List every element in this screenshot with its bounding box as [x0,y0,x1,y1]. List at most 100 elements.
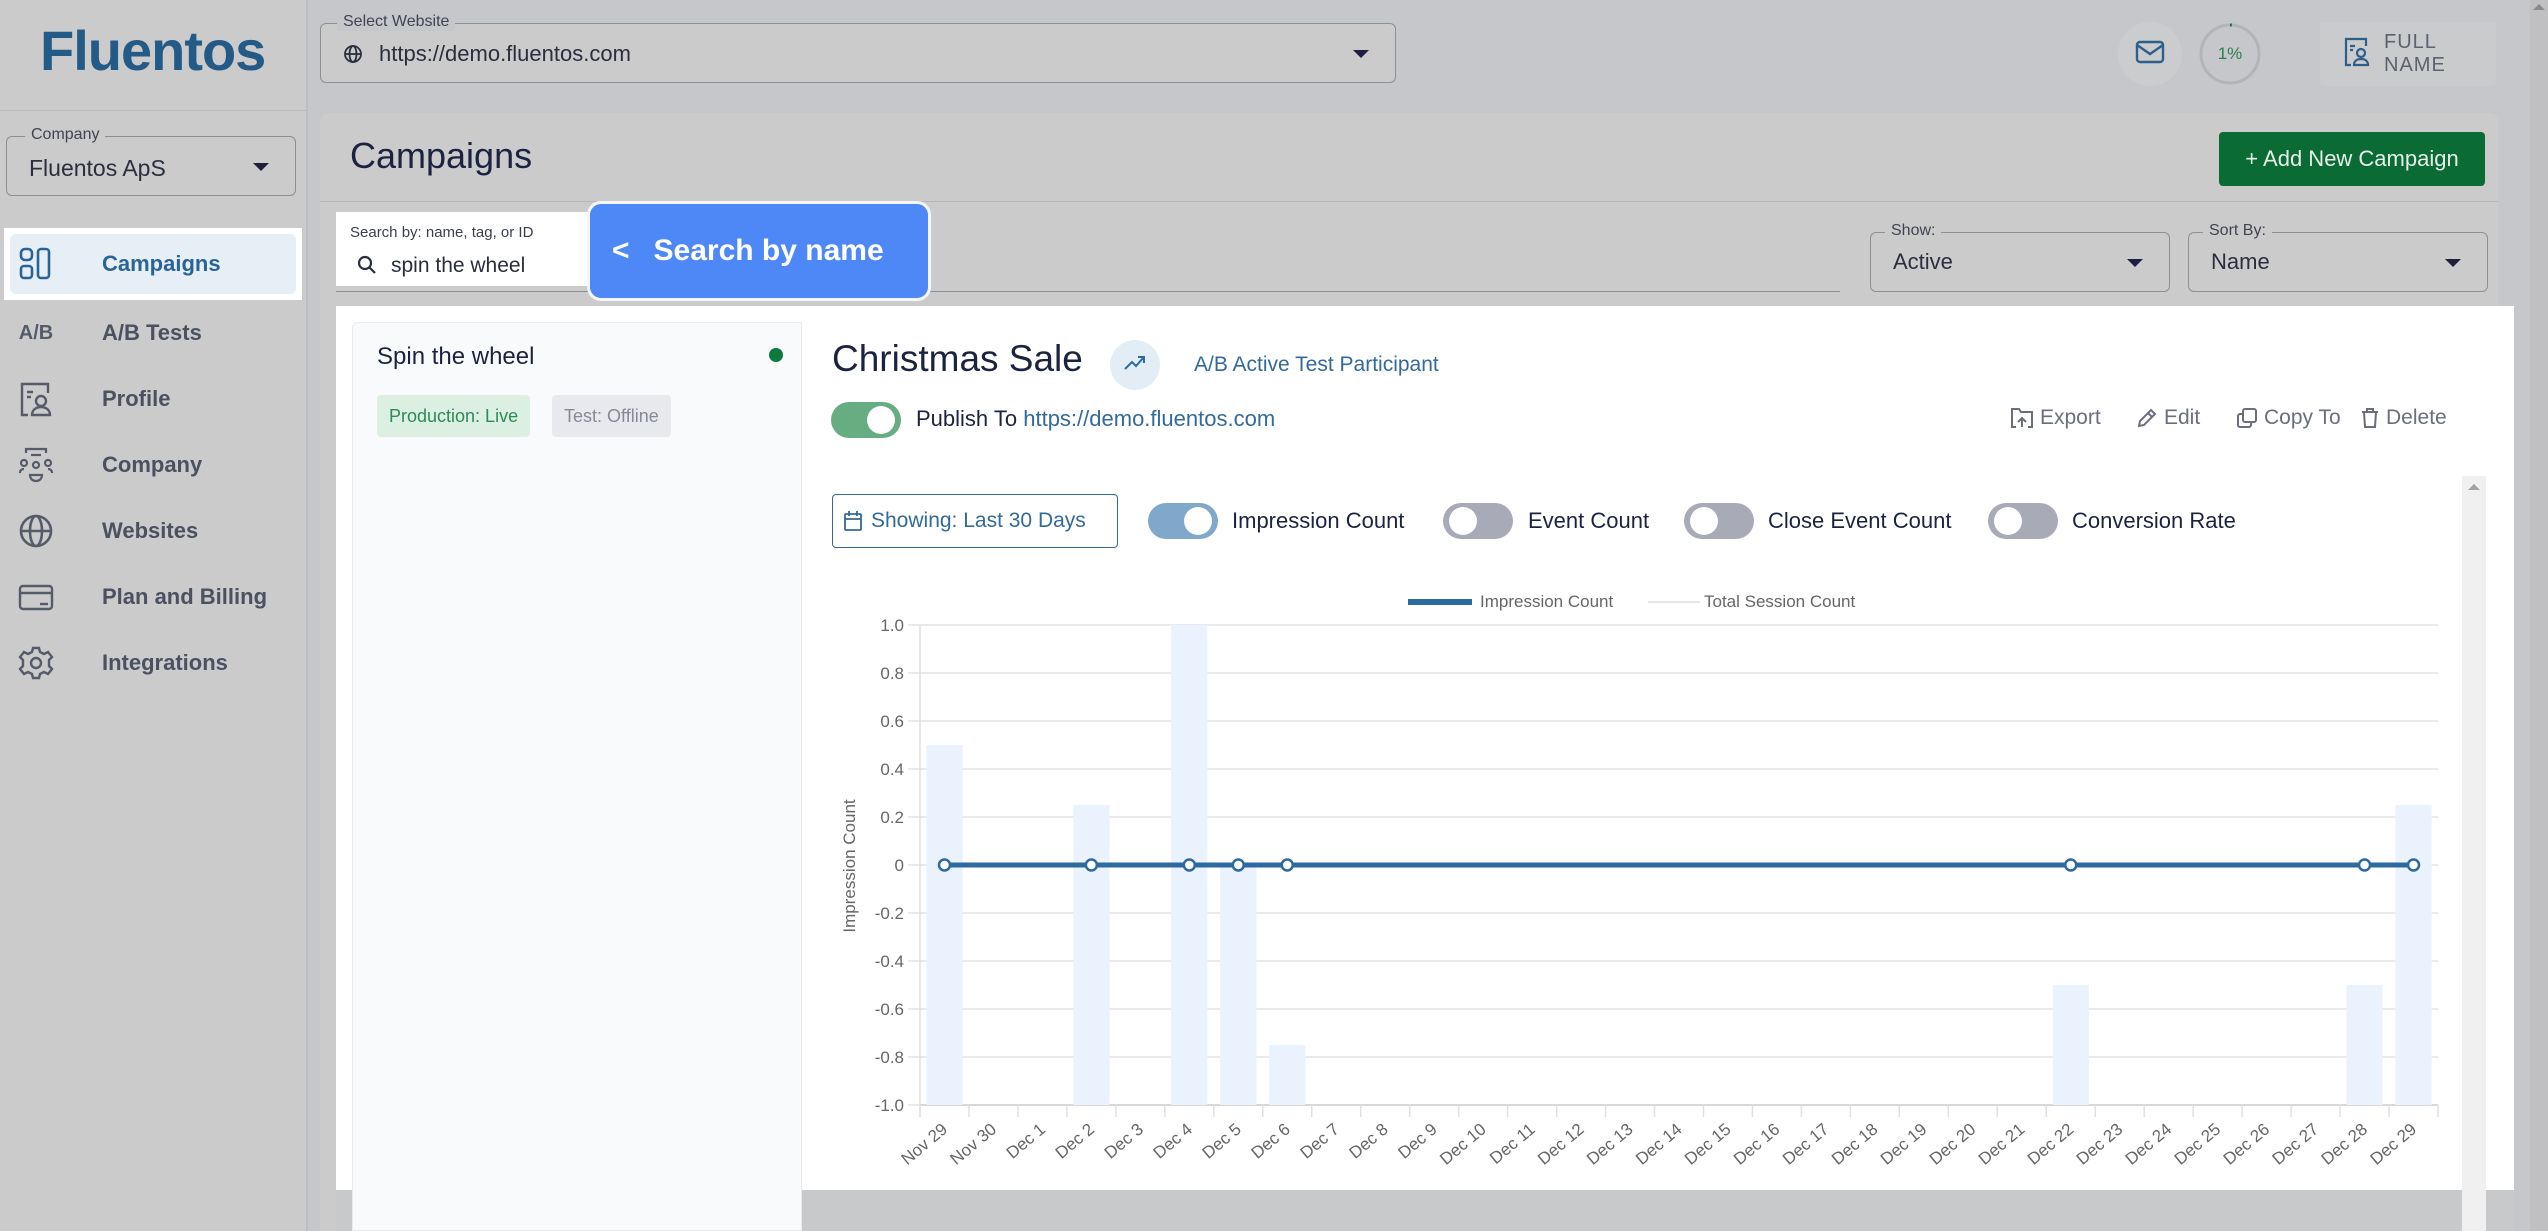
y-tick-label: -0.4 [875,952,904,971]
x-tick-label: Dec 16 [1730,1120,1783,1169]
impression-point [1280,858,1295,872]
edit-button[interactable]: Edit [2136,406,2200,430]
x-tick-label: Dec 22 [2024,1120,2077,1169]
analytics-button[interactable] [1110,340,1160,390]
impression-point [2063,858,2078,872]
website-select[interactable]: Select Website https://demo.fluentos.com [320,13,1396,83]
chevron-down-icon [2445,259,2461,267]
sort-by-select[interactable]: Sort By: Name [2188,222,2488,292]
globe-icon [343,44,363,69]
sidebar-item-label: Profile [102,386,171,411]
date-range-button[interactable]: Showing: Last 30 Days [832,494,1118,548]
tooltip-text: Search by name [653,234,884,267]
toggle-knob [1449,507,1477,535]
y-axis-label: Impression Count [840,799,859,933]
page-scrollbar[interactable] [2530,0,2548,1231]
messages-button[interactable] [2118,22,2182,86]
sidebar-item-company[interactable]: Company [0,432,306,498]
session-bar [2052,985,2089,1105]
publish-toggle[interactable] [831,402,901,438]
toggle-knob [1994,507,2022,535]
sidebar-item-ab-tests[interactable]: A/B A/B Tests [0,300,306,366]
copy-to-label: Copy To [2264,406,2341,429]
sort-by-label: Sort By: [2203,222,2272,240]
sidebar: Fluentos Company Fluentos ApS Campaigns … [0,0,308,1231]
ab-text-icon: A/B [18,321,54,344]
sidebar-item-integrations[interactable]: Integrations [0,630,306,696]
x-tick-label: Dec 2 [1052,1120,1098,1163]
sidebar-item-plan-billing[interactable]: Plan and Billing [0,564,306,630]
chevron-down-icon [253,163,269,171]
date-range-label: Showing: Last 30 Days [871,509,1086,532]
x-tick-label: Nov 29 [898,1120,951,1169]
impression-point [937,858,952,872]
sidebar-item-campaigns[interactable]: Campaigns [4,228,302,300]
x-tick-label: Dec 19 [1877,1120,1930,1169]
sidebar-item-websites[interactable]: Websites [0,498,306,564]
user-menu-button[interactable]: FULL NAME [2320,22,2496,86]
logo: Fluentos [40,19,266,82]
publish-url-link[interactable]: https://demo.fluentos.com [1023,406,1275,431]
delete-button[interactable]: Delete [2360,406,2447,430]
copy-to-button[interactable]: Copy To [2236,406,2341,430]
event-count-toggle[interactable] [1443,503,1513,539]
sort-by-value: Name [2211,249,2270,274]
toggle-knob [1184,507,1212,535]
show-filter-label: Show: [1885,222,1942,240]
company-select-label: Company [25,126,106,144]
gear-icon [18,645,54,681]
y-tick-label: 0.2 [880,808,904,827]
legend-label-impression: Impression Count [1480,592,1614,611]
onboarding-tooltip[interactable]: < Search by name [587,201,931,301]
export-button[interactable]: Export [2010,406,2101,430]
conversion-rate-toggle[interactable] [1988,503,2058,539]
impression-count-toggle[interactable] [1148,503,1218,539]
ab-test-participant-link[interactable]: A/B Active Test Participant [1194,353,1439,377]
x-tick-label: Dec 7 [1297,1120,1343,1163]
x-tick-label: Dec 25 [2171,1120,2224,1169]
session-bar [1073,805,1110,1105]
x-tick-label: Nov 30 [947,1120,1000,1169]
export-label: Export [2040,406,2101,429]
x-tick-label: Dec 23 [2073,1120,2126,1169]
impression-point [1182,858,1197,872]
x-tick-label: Dec 28 [2318,1120,2371,1169]
x-tick-label: Dec 5 [1199,1120,1245,1163]
company-select[interactable]: Company Fluentos ApS [6,126,296,196]
x-tick-label: Dec 17 [1779,1120,1832,1169]
publish-prefix: Publish To [916,406,1018,431]
search-input[interactable]: spin the wheel [391,254,525,278]
x-tick-label: Dec 15 [1681,1120,1734,1169]
close-event-count-toggle[interactable] [1684,503,1754,539]
export-folder-icon [2010,407,2034,429]
impression-point [1084,858,1099,872]
x-tick-label: Dec 20 [1926,1120,1979,1169]
impression-point [2406,858,2421,872]
chart-scrollbar[interactable] [2462,476,2486,1231]
copy-icon [2236,407,2258,429]
show-filter-select[interactable]: Show: Active [1870,222,2170,292]
chevron-down-icon [2127,259,2143,267]
show-filter-value: Active [1893,249,1953,274]
sidebar-item-profile[interactable]: Profile [0,366,306,432]
tooltip-back-arrow[interactable]: < [612,234,630,268]
company-select-value: Fluentos ApS [29,155,166,181]
progress-ring[interactable]: 1% [2198,22,2262,86]
sidebar-item-label: Plan and Billing [102,584,268,609]
y-tick-label: -1.0 [875,1096,904,1115]
x-tick-label: Dec 1 [1003,1120,1049,1163]
x-tick-label: Dec 10 [1436,1120,1489,1169]
campaign-name[interactable]: Spin the wheel [377,343,534,371]
scroll-up-arrow-icon[interactable] [2468,484,2480,490]
globe-icon [18,513,54,549]
sidebar-nav: Campaigns A/B A/B Tests Profile Company … [0,228,306,696]
session-bar [2346,985,2383,1105]
chart-legend: Impression Count Total Session Count [1408,592,1855,611]
edit-label: Edit [2164,406,2201,429]
calendar-icon [843,510,863,532]
scroll-up-arrow-icon[interactable] [2533,4,2545,10]
add-new-campaign-button[interactable]: + Add New Campaign [2219,132,2485,186]
test-status-badge: Test: Offline [552,395,671,437]
page-title: Campaigns [350,135,533,176]
campaign-list: Spin the wheel Production: Live Test: Of… [352,322,802,1231]
